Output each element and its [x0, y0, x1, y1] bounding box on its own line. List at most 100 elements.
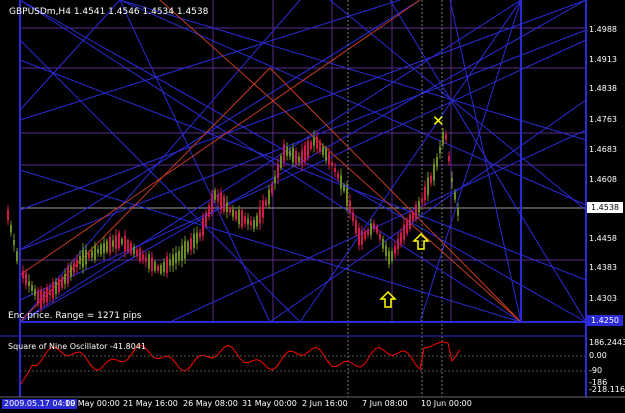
- candle-body: [130, 242, 132, 254]
- candle-body: [160, 265, 162, 274]
- candle-body: [151, 256, 153, 272]
- candle-body: [226, 202, 228, 212]
- candle-body: [451, 177, 453, 183]
- candle-body: [376, 226, 378, 233]
- candle-body: [415, 204, 417, 219]
- candle-body: [418, 201, 420, 213]
- candle-body: [448, 155, 450, 162]
- candle-body: [280, 155, 282, 169]
- candle-body: [367, 229, 369, 235]
- candle-body: [307, 141, 309, 158]
- candle-body: [40, 290, 42, 309]
- candle-body: [439, 146, 441, 154]
- candle-body: [322, 146, 324, 155]
- candle-body: [46, 287, 48, 303]
- oscillator-title: Square of Nine Oscillator -41.8041: [8, 342, 146, 351]
- candle-body: [148, 254, 150, 269]
- candle-body: [121, 238, 123, 245]
- candle-body: [238, 209, 240, 225]
- candle-body: [295, 151, 297, 164]
- candle-body: [25, 273, 27, 285]
- candle-body: [109, 236, 111, 254]
- candle-body: [142, 254, 144, 261]
- candle-body: [352, 212, 354, 221]
- candle-body: [310, 141, 312, 150]
- candle-body: [172, 254, 174, 266]
- candle-body: [190, 238, 192, 250]
- candle-body: [400, 232, 402, 244]
- time-label-1: 19 May 00:00: [65, 399, 120, 408]
- candle-body: [136, 249, 138, 256]
- candle-body: [202, 218, 204, 236]
- candle-body: [409, 214, 411, 229]
- candle-body: [241, 210, 243, 227]
- time-label-4: 31 May 00:00: [242, 399, 297, 408]
- candle-body: [313, 136, 315, 146]
- candle-body: [193, 233, 195, 249]
- candle-body: [133, 246, 135, 255]
- candle-body: [361, 231, 363, 245]
- candle-body: [178, 250, 180, 261]
- time-label-7: 10 Jun 00:00: [421, 399, 472, 408]
- candle-body: [244, 216, 246, 224]
- candle-body: [175, 252, 177, 264]
- candle-body: [58, 279, 60, 293]
- candle-body: [430, 175, 432, 183]
- candle-body: [454, 192, 456, 200]
- candle-body: [259, 206, 261, 224]
- candle-body: [325, 148, 327, 161]
- candle-body: [220, 192, 222, 210]
- candle-body: [286, 146, 288, 156]
- candle-body: [37, 290, 39, 304]
- candle-body: [205, 212, 207, 226]
- symbol-label: GBPUSDm,H4 1.4541 1.4546 1.4534 1.4538: [9, 7, 208, 18]
- candle-body: [22, 270, 24, 279]
- candle-body: [100, 244, 102, 255]
- candle-body: [85, 249, 87, 265]
- candle-body: [274, 176, 276, 184]
- candle-body: [331, 161, 333, 167]
- candle-body: [406, 219, 408, 234]
- candle-body: [169, 259, 171, 266]
- candle-body: [289, 150, 291, 157]
- price-tick-0: 1.4988: [589, 25, 617, 34]
- candle-body: [49, 289, 51, 296]
- candle-body: [403, 224, 405, 240]
- candle-body: [343, 184, 345, 192]
- candle-body: [346, 187, 348, 206]
- candle-body: [328, 152, 330, 166]
- candle-body: [316, 136, 318, 149]
- candle-body: [385, 245, 387, 256]
- candle-body: [394, 246, 396, 254]
- time-label-3: 26 May 08:00: [183, 399, 238, 408]
- candle-body: [157, 265, 159, 272]
- candle-body: [91, 250, 93, 258]
- candle-body: [43, 291, 45, 303]
- candle-body: [442, 131, 444, 145]
- price-tick-5: 1.4608: [589, 175, 617, 184]
- candle-body: [265, 200, 267, 206]
- candle-body: [277, 163, 279, 179]
- candle-body: [268, 189, 270, 205]
- range-annotation: Enc price. Range = 1271 pips: [8, 311, 142, 321]
- candle-body: [337, 173, 339, 179]
- cross-marker-icon: ✕: [432, 112, 445, 130]
- candle-body: [31, 285, 33, 291]
- candle-body: [64, 273, 66, 284]
- candle-body: [124, 235, 126, 252]
- osc-tick-4: -218.116: [589, 385, 625, 394]
- candle-body: [388, 250, 390, 265]
- candle-body: [16, 251, 18, 262]
- candle-body: [253, 220, 255, 229]
- candle-body: [211, 194, 213, 212]
- price-tick-1: 1.4913: [589, 55, 617, 64]
- candle-body: [76, 260, 78, 268]
- candle-body: [154, 261, 156, 271]
- candle-body: [379, 233, 381, 240]
- candle-body: [292, 148, 294, 163]
- candle-body: [397, 238, 399, 250]
- candle-body: [391, 250, 393, 262]
- candle-body: [427, 177, 429, 196]
- candle-body: [145, 257, 147, 262]
- candle-body: [271, 185, 273, 193]
